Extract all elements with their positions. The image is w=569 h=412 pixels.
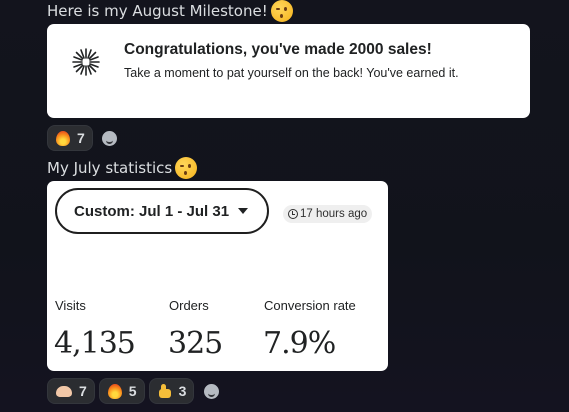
message-text: My July statistics: [47, 159, 173, 177]
starburst-icon: [72, 48, 100, 76]
metric-value-visits: 4,135: [54, 326, 136, 361]
metric-label-visits: Visits: [55, 298, 86, 313]
reaction-count: 7: [77, 130, 85, 146]
thumbs-up-icon: [157, 383, 173, 399]
add-reaction-button[interactable]: [198, 378, 224, 404]
milestone-subtitle: Take a moment to pat yourself on the bac…: [124, 66, 459, 80]
add-reaction-button[interactable]: [97, 125, 123, 151]
flexed-biceps-icon: [55, 383, 73, 399]
reaction-count: 5: [128, 383, 137, 399]
message-text: Here is my August Milestone!: [47, 2, 268, 20]
reaction-fire[interactable]: 5: [98, 378, 145, 404]
last-updated-text: 17 hours ago: [300, 208, 368, 220]
milestone-title: Congratulations, you've made 2000 sales!: [124, 41, 432, 58]
reaction-fire[interactable]: 7: [47, 125, 93, 151]
winking-face-icon: [270, 0, 293, 22]
reaction-bar-1: 7: [47, 125, 123, 151]
metric-label-conversion: Conversion rate: [264, 298, 356, 313]
metric-label-orders: Orders: [169, 298, 209, 313]
winking-face-icon: [175, 157, 198, 179]
reaction-flexed-biceps[interactable]: 7: [47, 378, 95, 404]
fire-icon: [107, 382, 123, 400]
metric-value-conversion: 7.9%: [263, 326, 336, 361]
caret-down-icon: [238, 208, 249, 214]
reaction-bar-2: 7 5 3: [47, 378, 224, 404]
metric-value-orders: 325: [168, 326, 223, 361]
date-range-dropdown[interactable]: Custom: Jul 1 - Jul 31: [55, 188, 269, 234]
fire-icon: [55, 129, 71, 147]
date-range-label: Custom: Jul 1 - Jul 31: [74, 202, 230, 220]
clock-icon: [288, 209, 298, 219]
message-august-milestone: Here is my August Milestone!: [47, 0, 293, 22]
add-reaction-icon: [102, 130, 118, 146]
reaction-count: 7: [79, 383, 87, 399]
reaction-thumbs-up[interactable]: 3: [148, 378, 195, 404]
statistics-card: Custom: Jul 1 - Jul 31 17 hours ago Visi…: [47, 181, 388, 371]
reaction-count: 3: [178, 383, 187, 399]
milestone-card: Congratulations, you've made 2000 sales!…: [47, 24, 530, 118]
last-updated-badge: 17 hours ago: [283, 205, 373, 223]
message-july-statistics: My July statistics: [47, 157, 198, 179]
add-reaction-icon: [203, 383, 219, 399]
